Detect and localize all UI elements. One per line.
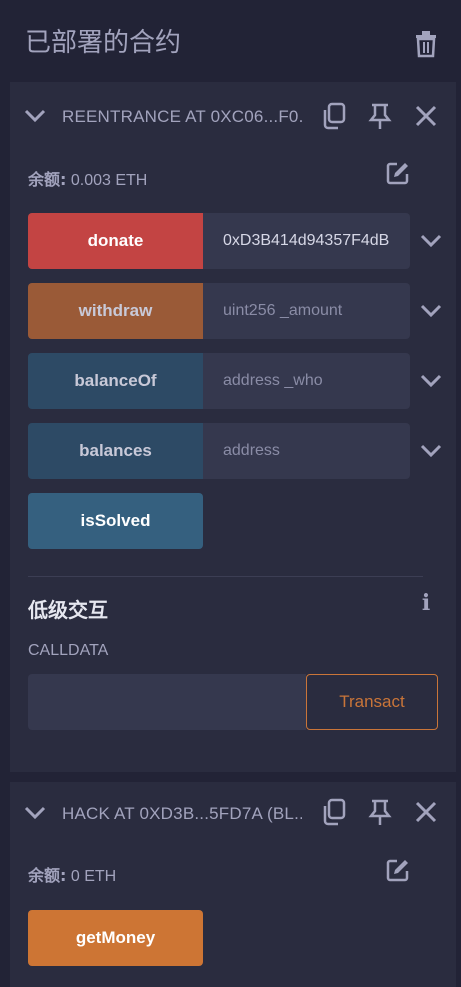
- donate-button[interactable]: donate: [28, 213, 203, 269]
- balanceof-button[interactable]: balanceOf: [28, 353, 203, 409]
- edit-icon[interactable]: [386, 858, 410, 882]
- withdraw-button[interactable]: withdraw: [28, 283, 203, 339]
- balance-row: 余额: 0.003 ETH: [28, 166, 147, 190]
- page-title: 已部署的合约: [25, 28, 182, 58]
- balances-button[interactable]: balances: [28, 423, 203, 479]
- low-level-interactions-title: 低级交互: [28, 598, 108, 622]
- contract-panel-hack: HACK AT 0XD3B...5FD7A (BL... 余额: 0 ETH g…: [10, 782, 456, 987]
- chevron-down-icon[interactable]: [420, 444, 442, 458]
- balance-label: 余额:: [28, 170, 67, 189]
- balance-row: 余额: 0 ETH: [28, 862, 116, 886]
- chevron-down-icon[interactable]: [24, 109, 46, 123]
- divider: [28, 576, 423, 577]
- chevron-down-icon[interactable]: [420, 234, 442, 248]
- issolved-button[interactable]: isSolved: [28, 493, 203, 549]
- pin-icon[interactable]: [366, 798, 394, 826]
- donate-input[interactable]: 0xD3B414d94357F4dB: [203, 213, 410, 269]
- pin-icon[interactable]: [366, 102, 394, 130]
- calldata-label: CALLDATA: [28, 642, 109, 659]
- edit-icon[interactable]: [386, 161, 410, 185]
- chevron-down-icon[interactable]: [24, 806, 46, 820]
- transact-button[interactable]: Transact: [306, 674, 438, 730]
- getmoney-button[interactable]: getMoney: [28, 910, 203, 966]
- balanceof-who-input[interactable]: address _who: [203, 353, 410, 409]
- balance-label: 余额:: [28, 866, 67, 885]
- chevron-down-icon[interactable]: [420, 304, 442, 318]
- balance-value: 0.003 ETH: [66, 172, 148, 189]
- copy-icon[interactable]: [320, 102, 348, 130]
- deployed-contracts-header: 已部署的合约: [0, 0, 461, 80]
- balances-address-input[interactable]: address: [203, 423, 410, 479]
- contract-title: HACK AT 0XD3B...5FD7A (BL...: [62, 804, 302, 823]
- close-icon[interactable]: [412, 102, 440, 130]
- copy-icon[interactable]: [320, 798, 348, 826]
- trash-icon[interactable]: [413, 30, 439, 58]
- chevron-down-icon[interactable]: [420, 374, 442, 388]
- calldata-input[interactable]: [28, 674, 306, 730]
- info-icon[interactable]: i: [420, 592, 432, 614]
- withdraw-amount-input[interactable]: uint256 _amount: [203, 283, 410, 339]
- contract-title: REENTRANCE AT 0XC06...F0...: [62, 107, 302, 126]
- close-icon[interactable]: [412, 798, 440, 826]
- balance-value: 0 ETH: [66, 868, 117, 885]
- contract-panel-reentrance: REENTRANCE AT 0XC06...F0... 余额: 0.003 ET…: [10, 82, 456, 772]
